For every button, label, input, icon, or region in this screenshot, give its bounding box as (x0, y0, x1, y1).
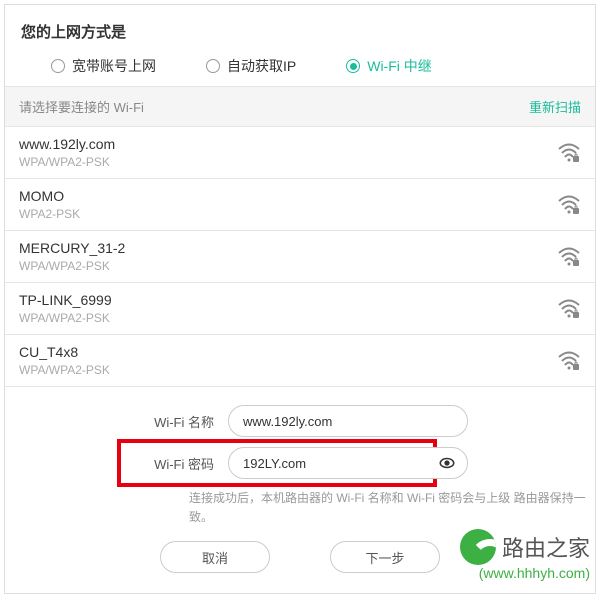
connection-mode-radio-group: 宽带账号上网 自动获取IP Wi-Fi 中继 (21, 56, 579, 76)
wifi-list-item[interactable]: CU_T4x8 WPA/WPA2-PSK (5, 334, 595, 386)
radio-auto-ip[interactable]: 自动获取IP (206, 56, 296, 76)
page-title: 您的上网方式是 (21, 21, 579, 42)
wifi-auth: WPA/WPA2-PSK (19, 311, 112, 325)
wifi-signal-lock-icon (557, 143, 581, 163)
radio-label: 自动获取IP (227, 56, 296, 76)
wifi-name-input[interactable] (228, 405, 468, 437)
wifi-signal-lock-icon (557, 247, 581, 267)
radio-label: Wi-Fi 中继 (367, 56, 432, 76)
wifi-list-item[interactable]: MERCURY_31-2 WPA/WPA2-PSK (5, 230, 595, 282)
wifi-auth: WPA/WPA2-PSK (19, 155, 115, 169)
wifi-signal-lock-icon (557, 195, 581, 215)
radio-broadband[interactable]: 宽带账号上网 (51, 56, 156, 76)
radio-icon (206, 59, 220, 73)
radio-label: 宽带账号上网 (72, 56, 156, 76)
next-button[interactable]: 下一步 (330, 541, 440, 573)
wifi-auth: WPA2-PSK (19, 207, 80, 221)
wifi-ssid: MOMO (19, 188, 80, 204)
wifi-list-item[interactable]: www.192ly.com WPA/WPA2-PSK (5, 126, 595, 178)
form-hint: 连接成功后，本机路由器的 Wi-Fi 名称和 Wi-Fi 密码会与上级 路由器保… (5, 489, 595, 527)
wifi-ssid: www.192ly.com (19, 136, 115, 152)
wifi-form: Wi-Fi 名称 Wi-Fi 密码 连接成功后，本机路由器的 Wi-Fi 名称和… (5, 386, 595, 593)
wifi-list-title: 请选择要连接的 Wi-Fi (19, 97, 144, 116)
radio-icon (346, 59, 360, 73)
wifi-name-label: Wi-Fi 名称 (132, 412, 214, 431)
wifi-password-label: Wi-Fi 密码 (132, 454, 214, 473)
wifi-password-input[interactable] (228, 447, 468, 479)
cancel-button[interactable]: 取消 (160, 541, 270, 573)
refresh-button[interactable]: 重新扫描 (529, 97, 581, 116)
wifi-list-item[interactable]: TP-LINK_6999 WPA/WPA2-PSK (5, 282, 595, 334)
wifi-list-item[interactable]: MOMO WPA2-PSK (5, 178, 595, 230)
eye-icon[interactable] (438, 454, 456, 472)
wifi-signal-lock-icon (557, 299, 581, 319)
wifi-auth: WPA/WPA2-PSK (19, 259, 125, 273)
wifi-auth: WPA/WPA2-PSK (19, 363, 110, 377)
wifi-list-header: 请选择要连接的 Wi-Fi 重新扫描 (5, 86, 595, 126)
radio-wifi-relay[interactable]: Wi-Fi 中继 (346, 56, 432, 76)
wifi-signal-lock-icon (557, 351, 581, 371)
wifi-ssid: TP-LINK_6999 (19, 292, 112, 308)
wifi-ssid: MERCURY_31-2 (19, 240, 125, 256)
radio-icon (51, 59, 65, 73)
wifi-list: www.192ly.com WPA/WPA2-PSK MOMO WPA2-PSK MER… (5, 126, 595, 386)
wifi-ssid: CU_T4x8 (19, 344, 110, 360)
